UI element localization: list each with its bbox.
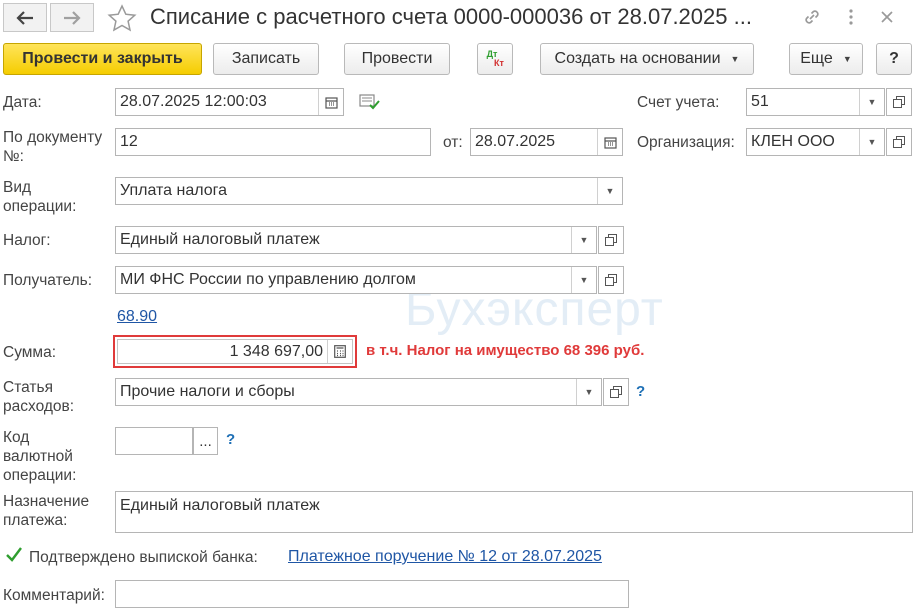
star-icon	[107, 4, 137, 32]
save-button[interactable]: Записать	[213, 43, 319, 75]
close-icon	[881, 11, 893, 23]
open-window-icon	[605, 274, 617, 286]
kt-label: Кт	[494, 58, 504, 68]
from-label: от:	[443, 134, 463, 151]
chevron-down-icon: ▼	[842, 54, 852, 64]
organization-label: Организация:	[637, 134, 735, 151]
calculator-icon	[334, 345, 346, 358]
expense-item-open-button[interactable]	[603, 378, 629, 406]
calendar-icon	[603, 136, 617, 149]
payment-purpose-value: Единый налоговый платеж	[120, 497, 320, 514]
payment-order-link[interactable]: Платежное поручение № 12 от 28.07.2025	[288, 548, 602, 566]
chevron-down-icon: ▼	[730, 54, 740, 64]
doc-date-value: 28.07.2025	[475, 133, 556, 150]
dt-kt-button[interactable]: Дт Кт	[477, 43, 513, 75]
comment-label: Комментарий:	[3, 587, 105, 604]
recipient-value: МИ ФНС России по управлению долгом	[120, 271, 416, 288]
operation-type-value: Уплата налога	[120, 182, 228, 199]
arrow-right-icon	[64, 10, 81, 25]
operation-type-label: Вид операции:	[3, 179, 77, 215]
create-based-on-button[interactable]: Создать на основании ▼	[540, 43, 754, 75]
sum-field[interactable]: 1 348 697,00	[117, 339, 353, 364]
chevron-down-icon[interactable]: ▼	[859, 89, 884, 115]
date-label: Дата:	[3, 94, 42, 111]
calculator-button[interactable]	[327, 340, 352, 363]
operation-type-field[interactable]: Уплата налога ▼	[115, 177, 623, 205]
expense-help-icon[interactable]: ?	[636, 383, 645, 400]
chevron-down-icon[interactable]: ▼	[571, 227, 596, 253]
comment-field[interactable]	[115, 580, 629, 608]
document-title: Списание с расчетного счета 0000-000036 …	[150, 4, 752, 29]
recipient-account-link[interactable]: 68.90	[117, 308, 157, 326]
payment-purpose-field[interactable]: Единый налоговый платеж	[115, 491, 913, 533]
date-value: 28.07.2025 12:00:03	[120, 93, 267, 110]
recipient-open-button[interactable]	[598, 266, 624, 294]
checkmark-icon	[6, 547, 22, 562]
open-window-icon	[893, 136, 905, 148]
tax-label: Налог:	[3, 232, 51, 249]
more-label: Еще	[800, 50, 833, 67]
confirmed-checkbox[interactable]	[5, 546, 23, 564]
close-button[interactable]	[876, 6, 898, 28]
tax-value: Единый налоговый платеж	[120, 231, 320, 248]
doc-date-field[interactable]: 28.07.2025	[470, 128, 623, 156]
post-button[interactable]: Провести	[344, 43, 450, 75]
calendar-button[interactable]	[597, 129, 622, 155]
date-field[interactable]: 28.07.2025 12:00:03	[115, 88, 344, 116]
open-window-icon	[610, 386, 622, 398]
sum-value: 1 348 697,00	[229, 342, 323, 360]
chevron-down-icon[interactable]: ▼	[597, 178, 622, 204]
doc-number-field[interactable]: 12	[115, 128, 431, 156]
organization-field[interactable]: КЛЕН ООО ▼	[746, 128, 885, 156]
open-window-icon	[605, 234, 617, 246]
account-label: Счет учета:	[637, 94, 720, 111]
doc-number-value: 12	[120, 133, 138, 150]
link-icon	[805, 10, 819, 24]
organization-open-button[interactable]	[886, 128, 912, 156]
account-value: 51	[751, 93, 769, 110]
create-based-on-label: Создать на основании	[554, 50, 721, 67]
post-and-close-button[interactable]: Провести и закрыть	[3, 43, 202, 75]
expense-item-label: Статья расходов:	[3, 379, 75, 415]
calendar-button[interactable]	[318, 89, 343, 115]
tax-open-button[interactable]	[598, 226, 624, 254]
currency-code-select-button[interactable]: ...	[193, 427, 218, 455]
sum-label: Сумма:	[3, 344, 57, 361]
account-open-button[interactable]	[886, 88, 912, 116]
account-field[interactable]: 51 ▼	[746, 88, 885, 116]
sum-note: в т.ч. Налог на имущество 68 396 руб.	[366, 342, 645, 359]
chevron-down-icon[interactable]: ▼	[859, 129, 884, 155]
recipient-label: Получатель:	[3, 272, 93, 289]
tax-field[interactable]: Единый налоговый платеж ▼	[115, 226, 597, 254]
link-button[interactable]	[801, 6, 823, 28]
task-status-icon	[359, 93, 381, 111]
favorite-button[interactable]	[107, 4, 137, 32]
more-button[interactable]: Еще ▼	[789, 43, 863, 75]
forward-button[interactable]	[50, 3, 94, 32]
help-button[interactable]: ?	[876, 43, 912, 75]
chevron-down-icon[interactable]: ▼	[576, 379, 601, 405]
currency-code-label: Код валютной операции:	[3, 429, 77, 484]
chevron-down-icon[interactable]: ▼	[571, 267, 596, 293]
kebab-icon	[849, 9, 853, 25]
more-menu-button[interactable]	[840, 6, 862, 28]
arrow-left-icon	[16, 10, 33, 25]
payment-purpose-label: Назначение платежа:	[3, 493, 90, 529]
currency-code-field[interactable]	[115, 427, 193, 455]
currency-help-icon[interactable]: ?	[226, 431, 235, 448]
back-button[interactable]	[3, 3, 47, 32]
confirmed-label: Подтверждено выпиской банка:	[29, 549, 258, 566]
open-window-icon	[893, 96, 905, 108]
organization-value: КЛЕН ООО	[751, 133, 835, 150]
expense-item-value: Прочие налоги и сборы	[120, 383, 295, 400]
doc-number-label: По документу №:	[3, 129, 103, 165]
expense-item-field[interactable]: Прочие налоги и сборы ▼	[115, 378, 602, 406]
calendar-icon	[324, 96, 338, 109]
recipient-field[interactable]: МИ ФНС России по управлению долгом ▼	[115, 266, 597, 294]
